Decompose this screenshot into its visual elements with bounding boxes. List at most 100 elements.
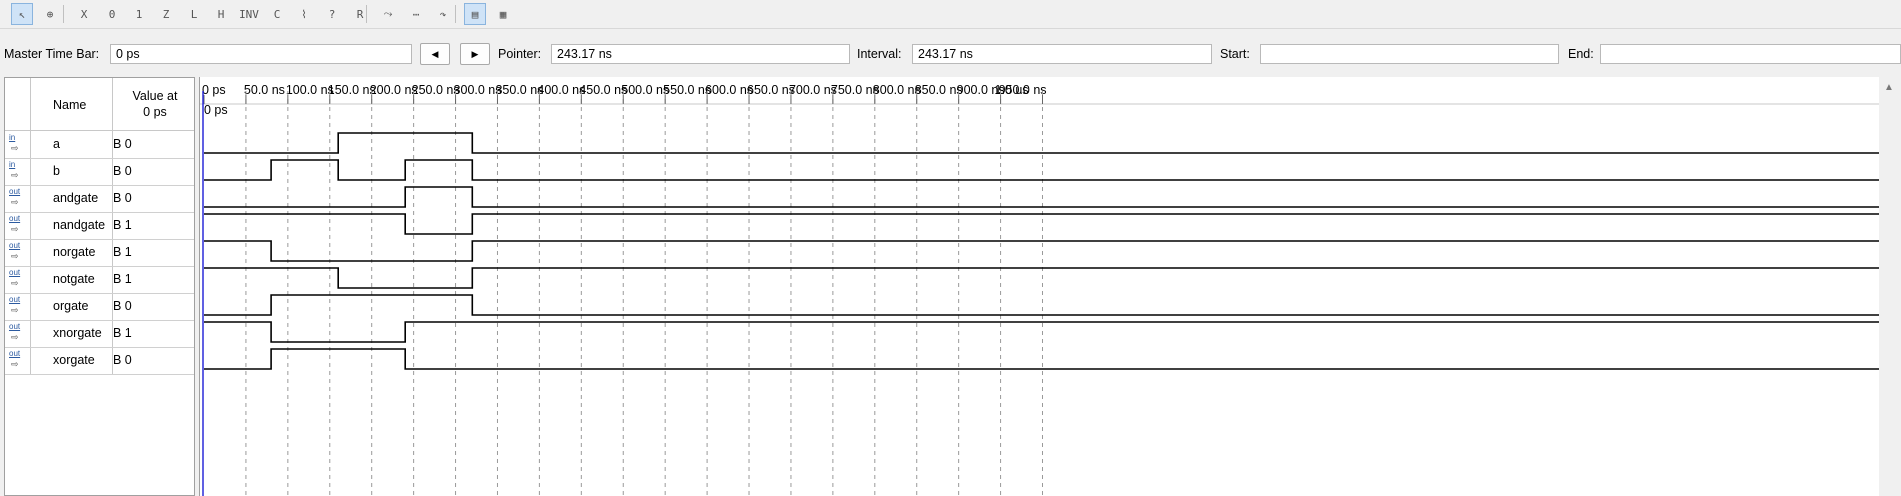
signal-name: andgate [53, 191, 99, 205]
signal-name: xnorgate [53, 326, 102, 340]
pin-arrow-icon: ⇨ [11, 251, 19, 261]
value-header-line1: Value at [132, 89, 178, 103]
invert-icon[interactable]: INV [238, 3, 260, 25]
name-column-header[interactable]: Name [53, 98, 86, 112]
group-icon[interactable]: ▦ [492, 3, 514, 25]
force-high-icon[interactable]: 1 [128, 3, 150, 25]
output-pin-icon: out ⇨ [7, 296, 27, 316]
rotate-icon[interactable]: ↷ [432, 3, 454, 25]
signal-name: norgate [53, 245, 96, 259]
pin-arrow-icon: ⇨ [11, 197, 19, 207]
waveform-pane[interactable]: 0 ps 50.0 ns 100.0 ns 150.0 ns 200.0 ns 250.0… [199, 77, 1880, 496]
weak-high-icon[interactable]: H [210, 3, 232, 25]
grid-settings-icon[interactable]: ⋯ [405, 3, 427, 25]
interval-label: Interval: [857, 47, 902, 61]
signal-value: B 1 [113, 326, 132, 340]
signal-value: B 1 [113, 272, 132, 286]
pin-arrow-icon: ⇨ [11, 305, 19, 315]
signal-name: xorgate [53, 353, 95, 367]
signal-row-notgate[interactable]: out ⇨ notgate B 1 [5, 266, 194, 294]
signal-value: B 0 [113, 353, 132, 367]
pin-type-label: out [9, 187, 21, 196]
output-pin-icon: out ⇨ [7, 323, 27, 343]
pin-type-label: out [9, 214, 21, 223]
pin-arrow-icon: ⇨ [11, 332, 19, 342]
toolbar-separator [366, 5, 367, 23]
input-pin-icon: in ⇨ [7, 134, 27, 154]
signal-value: B 1 [113, 218, 132, 232]
arrow-right-icon: ▶ [471, 48, 479, 59]
output-pin-icon: out ⇨ [7, 242, 27, 262]
start-label: Start: [1220, 47, 1250, 61]
signal-row-nandgate[interactable]: out ⇨ nandgate B 1 [5, 212, 194, 240]
signal-row-andgate[interactable]: out ⇨ andgate B 0 [5, 185, 194, 213]
signal-row-orgate[interactable]: out ⇨ orgate B 0 [5, 293, 194, 321]
signal-list-pane: Name Value at 0 ps in ⇨ a B 0 in ⇨ b B 0 out ⇨ and… [4, 77, 195, 496]
waveform-orgate [204, 294, 1880, 316]
pin-type-label: out [9, 349, 21, 358]
signal-value: B 0 [113, 299, 132, 313]
signal-value: B 1 [113, 245, 132, 259]
waveform-canvas[interactable]: 0 ps [200, 77, 1880, 496]
simulation-waveform-icon[interactable]: ▤ [464, 3, 486, 25]
uninitialized-icon[interactable]: X [73, 3, 95, 25]
signal-list-header: Name Value at 0 ps [5, 78, 194, 131]
arbitrary-value-icon[interactable]: R [349, 3, 371, 25]
forcing-clock-icon[interactable]: ⌇ [293, 3, 315, 25]
pin-type-label: out [9, 322, 21, 331]
weak-low-icon[interactable]: L [183, 3, 205, 25]
output-pin-icon: out ⇨ [7, 350, 27, 370]
input-pin-icon: in ⇨ [7, 161, 27, 181]
end-field[interactable] [1600, 44, 1901, 64]
count-value-icon[interactable]: C [266, 3, 288, 25]
signal-value: B 0 [113, 164, 132, 178]
value-header-line2: 0 ps [143, 105, 167, 119]
random-values-icon[interactable]: ? [321, 3, 343, 25]
output-pin-icon: out ⇨ [7, 188, 27, 208]
master-time-bar-field[interactable]: 0 ps [110, 44, 412, 64]
pin-type-label: in [9, 160, 16, 169]
pin-arrow-icon: ⇨ [11, 224, 19, 234]
pointer-label: Pointer: [498, 47, 542, 61]
force-low-icon[interactable]: 0 [101, 3, 123, 25]
interval-field[interactable]: 243.17 ns [912, 44, 1212, 64]
signal-row-norgate[interactable]: out ⇨ norgate B 1 [5, 239, 194, 267]
signal-name: nandgate [53, 218, 106, 232]
time-bar: Master Time Bar: 0 ps ◀ ▶ Pointer: 243.1… [0, 40, 1901, 68]
signal-name: a [53, 137, 60, 151]
signal-row-b[interactable]: in ⇨ b B 0 [5, 158, 194, 186]
vertical-scrollbar[interactable]: ▲ [1879, 77, 1901, 496]
signal-name: notgate [53, 272, 95, 286]
toolbar-separator [455, 5, 456, 23]
toolbar-separator [63, 5, 64, 23]
pin-type-label: out [9, 241, 21, 250]
pin-type-label: out [9, 268, 21, 277]
signal-row-xorgate[interactable]: out ⇨ xorgate B 0 [5, 347, 194, 375]
pin-arrow-icon: ⇨ [11, 278, 19, 288]
master-time-bar-label: Master Time Bar: [4, 47, 100, 61]
value-column-header[interactable]: Value at 0 ps [110, 88, 200, 120]
output-pin-icon: out ⇨ [7, 215, 27, 235]
next-transition-button[interactable]: ▶ [460, 43, 490, 65]
pin-arrow-icon: ⇨ [11, 359, 19, 369]
end-label: End: [1568, 47, 1594, 61]
signal-name: orgate [53, 299, 89, 313]
scroll-up-arrow-icon[interactable]: ▲ [1884, 82, 1894, 93]
signal-row-a[interactable]: in ⇨ a B 0 [5, 131, 194, 159]
signal-name: b [53, 164, 60, 178]
snap-to-grid-icon[interactable]: ⤳ [377, 3, 399, 25]
signal-row-xnorgate[interactable]: out ⇨ xnorgate B 1 [5, 320, 194, 348]
high-impedance-icon[interactable]: Z [155, 3, 177, 25]
master-time-marker-label: 0 ps [204, 103, 228, 117]
previous-transition-button[interactable]: ◀ [420, 43, 450, 65]
waveform-toolbar: ↖ ⊕ X 0 1 Z L H INV C ⌇? R ⤳ ⋯ ↷ ▤ ▦ [0, 0, 1901, 29]
arrow-left-icon: ◀ [431, 48, 439, 59]
signal-value: B 0 [113, 191, 132, 205]
pointer-field[interactable]: 243.17 ns [551, 44, 850, 64]
zoom-tool-icon[interactable]: ⊕ [39, 3, 61, 25]
pin-type-label: out [9, 295, 21, 304]
pin-type-label: in [9, 133, 16, 142]
selection-tool-icon[interactable]: ↖ [11, 3, 33, 25]
signal-value: B 0 [113, 137, 132, 151]
start-field[interactable] [1260, 44, 1559, 64]
